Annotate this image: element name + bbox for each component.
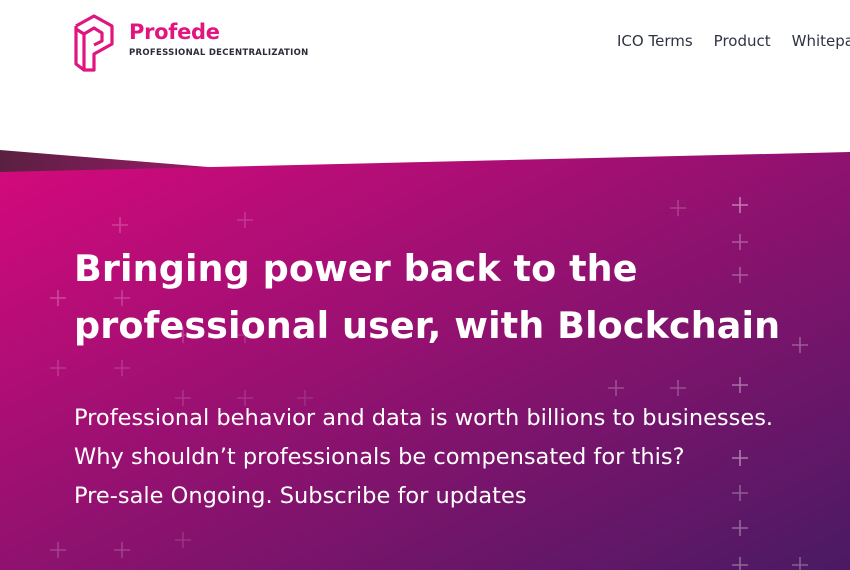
hero-subtext: Professional behavior and data is worth … [74,399,773,516]
hero-subtext-line-2: Why shouldn’t professionals be compensat… [74,444,685,470]
hero-headline-line-2: professional user, with Blockchain [74,304,781,347]
hero-headline: Bringing power back to the professional … [74,240,844,354]
hero-subtext-line-3: Pre-sale Ongoing. Subscribe for updates [74,483,527,509]
hero-subtext-line-1: Professional behavior and data is worth … [74,405,774,431]
hero-section: Bringing power back to the professional … [0,0,850,570]
hero-headline-line-1: Bringing power back to the [74,247,638,290]
